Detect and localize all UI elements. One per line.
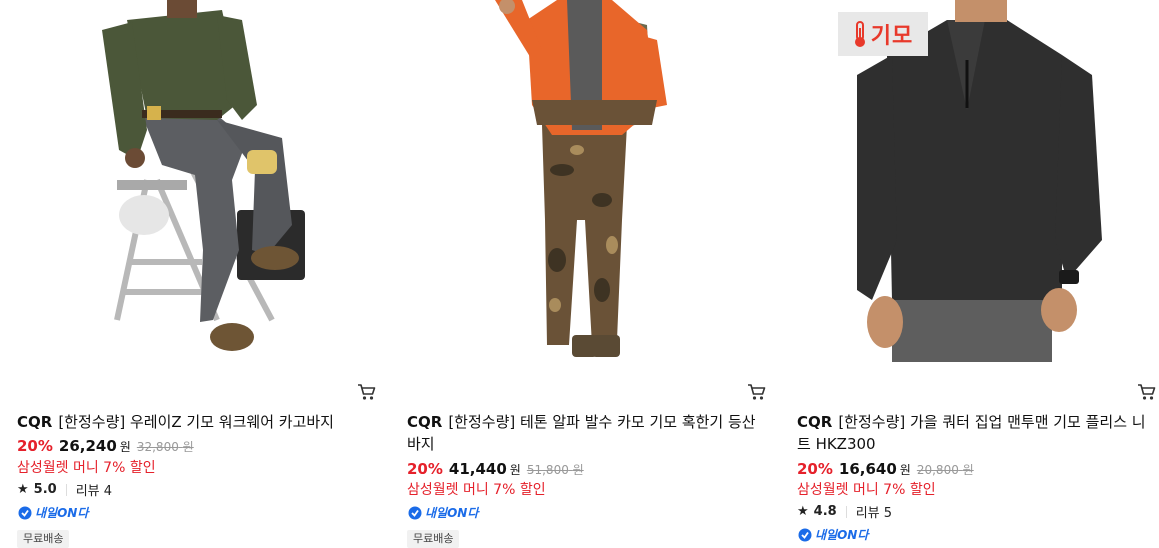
delivery-badge: 내일ON다 <box>17 504 88 521</box>
delivery-label: 내일ON다 <box>35 506 89 520</box>
rating-score: 4.8 <box>813 504 837 519</box>
price-row: 20% 41,440 원 51,800 원 <box>407 460 584 478</box>
promo-text: 삼성월렛 머니 7% 할인 <box>407 482 546 498</box>
currency-unit: 원 <box>509 463 521 477</box>
product-card[interactable]: 기모 CQR [한정수량] 가을 쿼터 집업 맨투맨 기모 플리스 니트 HKZ3… <box>797 0 1159 543</box>
free-shipping-tag: 무료배송 <box>407 530 460 548</box>
cart-icon[interactable] <box>1137 383 1157 401</box>
product-title[interactable]: CQR [한정수량] 테톤 알파 발수 카모 기모 혹한기 등산바지 <box>407 411 769 455</box>
original-price: 32,800 원 <box>136 440 194 454</box>
star-icon: ★ <box>797 504 809 519</box>
divider <box>65 483 67 496</box>
product-card[interactable]: CQR [한정수량] 테톤 알파 발수 카모 기모 혹한기 등산바지 20% 41… <box>407 0 777 548</box>
brand-name: CQR <box>797 413 833 431</box>
delivery-badge: 내일ON다 <box>797 526 868 543</box>
delivery-label: 내일ON다 <box>425 506 479 520</box>
rating-score: 5.0 <box>33 482 57 497</box>
rating-row: ★ 5.0 리뷰 4 <box>17 480 112 499</box>
product-name: [한정수량] 테톤 알파 발수 카모 기모 혹한기 등산바지 <box>407 413 756 453</box>
promo-text: 삼성월렛 머니 7% 할인 <box>17 460 156 476</box>
review-count[interactable]: 리뷰 4 <box>76 480 112 499</box>
thermometer-icon <box>854 21 865 47</box>
fleece-badge: 기모 <box>838 12 928 56</box>
price-row: 20% 16,640 원 20,800 원 <box>797 460 974 478</box>
free-shipping-tag: 무료배송 <box>17 530 70 548</box>
cart-icon[interactable] <box>747 383 767 401</box>
promo-text: 삼성월렛 머니 7% 할인 <box>797 482 936 498</box>
currency-unit: 원 <box>899 463 911 477</box>
cart-icon[interactable] <box>357 383 377 401</box>
divider <box>845 505 847 518</box>
sale-price: 41,440 <box>448 460 507 478</box>
product-name: [한정수량] 우레이Z 기모 워크웨어 카고바지 <box>58 413 334 431</box>
delivery-badge: 내일ON다 <box>407 504 478 521</box>
delivery-icon <box>18 506 32 519</box>
product-title[interactable]: CQR [한정수량] 가을 쿼터 집업 맨투맨 기모 플리스 니트 HKZ300 <box>797 411 1159 455</box>
original-price: 51,800 원 <box>526 463 584 477</box>
product-name: [한정수량] 가을 쿼터 집업 맨투맨 기모 플리스 니트 HKZ300 <box>797 413 1146 453</box>
sale-price: 26,240 <box>58 437 117 455</box>
delivery-icon <box>408 506 422 519</box>
delivery-label: 내일ON다 <box>815 528 869 542</box>
rating-row: ★ 4.8 리뷰 5 <box>797 502 892 521</box>
product-card[interactable]: CQR [한정수량] 우레이Z 기모 워크웨어 카고바지 20% 26,240 원 … <box>17 0 387 548</box>
fleece-badge-label: 기모 <box>870 24 914 49</box>
product-image[interactable] <box>17 0 367 372</box>
brand-name: CQR <box>17 413 53 431</box>
discount-rate: 20% <box>17 437 53 455</box>
currency-unit: 원 <box>119 440 131 454</box>
price-row: 20% 26,240 원 32,800 원 <box>17 437 194 455</box>
product-title[interactable]: CQR [한정수량] 우레이Z 기모 워크웨어 카고바지 <box>17 411 379 433</box>
discount-rate: 20% <box>797 460 833 478</box>
star-icon: ★ <box>17 482 29 497</box>
sale-price: 16,640 <box>838 460 897 478</box>
product-image[interactable] <box>407 0 757 372</box>
delivery-icon <box>798 528 812 541</box>
discount-rate: 20% <box>407 460 443 478</box>
product-grid: CQR [한정수량] 우레이Z 기모 워크웨어 카고바지 20% 26,240 원 … <box>0 0 1159 548</box>
review-count[interactable]: 리뷰 5 <box>856 502 892 521</box>
original-price: 20,800 원 <box>916 463 974 477</box>
brand-name: CQR <box>407 413 443 431</box>
product-image[interactable]: 기모 <box>797 0 1147 372</box>
